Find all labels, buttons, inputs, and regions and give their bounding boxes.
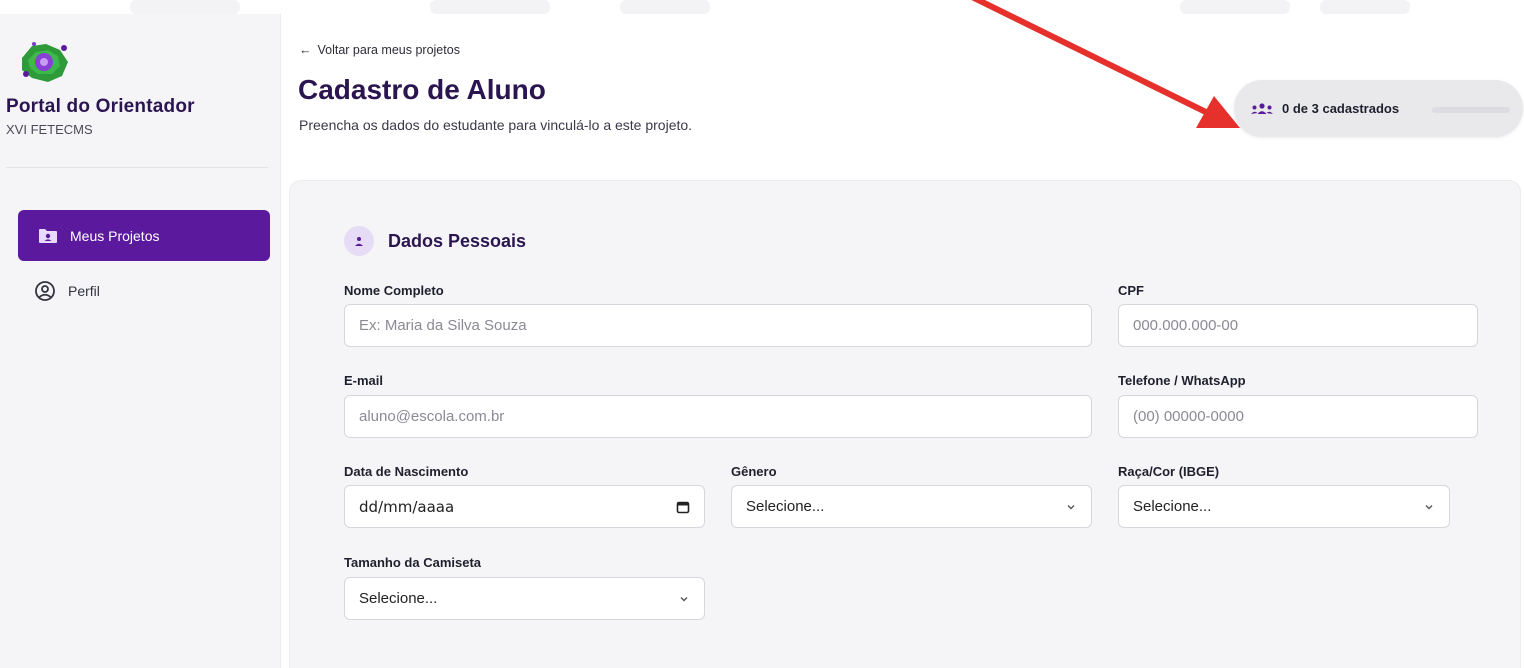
nome-label: Nome Completo bbox=[344, 283, 444, 298]
email-input[interactable] bbox=[344, 395, 1092, 438]
sidebar-item-label: Meus Projetos bbox=[70, 227, 160, 244]
person-icon bbox=[355, 237, 363, 246]
sidebar-divider bbox=[6, 167, 268, 168]
portal-title: Portal do Orientador bbox=[6, 96, 195, 117]
section-title: Dados Pessoais bbox=[388, 230, 527, 251]
telefone-label: Telefone / WhatsApp bbox=[1118, 373, 1246, 388]
section-badge bbox=[344, 226, 374, 256]
cpf-label: CPF bbox=[1118, 283, 1144, 298]
camiseta-label: Tamanho da Camiseta bbox=[344, 555, 482, 570]
birthdate-input[interactable]: dd/mm/aaaa bbox=[344, 485, 705, 528]
sidebar-item-label: Perfil bbox=[68, 283, 100, 299]
folder-user-icon bbox=[39, 228, 57, 243]
user-circle-icon bbox=[35, 281, 55, 301]
chevron-down-icon bbox=[1067, 504, 1075, 509]
page-title: Cadastro de Aluno bbox=[298, 74, 546, 105]
students-counter-badge: 0 de 3 cadastrados bbox=[1234, 80, 1523, 137]
sidebar: Portal do Orientador XVI FETECMS Meus Pr… bbox=[0, 14, 281, 668]
raca-selected-value: Selecione... bbox=[1133, 498, 1212, 515]
counter-text: 0 de 3 cadastrados bbox=[1282, 101, 1400, 116]
genero-select[interactable]: Selecione... bbox=[731, 485, 1092, 528]
raca-label: Raça/Cor (IBGE) bbox=[1118, 464, 1220, 479]
chevron-down-icon bbox=[1425, 504, 1433, 509]
camiseta-select[interactable]: Selecione... bbox=[344, 577, 705, 620]
nome-input[interactable] bbox=[344, 304, 1092, 347]
sidebar-item-meus-projetos[interactable]: Meus Projetos bbox=[18, 210, 270, 261]
nascimento-label: Data de Nascimento bbox=[344, 464, 469, 479]
sidebar-item-perfil[interactable]: Perfil bbox=[34, 280, 100, 302]
arrow-left-icon: ← bbox=[299, 43, 312, 57]
raca-select[interactable]: Selecione... bbox=[1118, 485, 1450, 528]
genero-label: Gênero bbox=[731, 464, 777, 479]
cpf-input[interactable] bbox=[1118, 304, 1478, 347]
email-label: E-mail bbox=[344, 373, 384, 388]
back-to-projects-link[interactable]: ← Voltar para meus projetos bbox=[299, 43, 460, 57]
back-link-label: Voltar para meus projetos bbox=[317, 43, 460, 57]
section-header: Dados Pessoais bbox=[344, 226, 526, 256]
telefone-input[interactable] bbox=[1118, 395, 1478, 438]
fetecms-logo bbox=[22, 42, 68, 82]
event-name: XVI FETECMS bbox=[6, 122, 93, 137]
genero-selected-value: Selecione... bbox=[746, 498, 825, 515]
users-icon bbox=[1251, 102, 1273, 114]
page-subtitle: Preencha os dados do estudante para vinc… bbox=[299, 117, 693, 133]
chevron-down-icon bbox=[680, 596, 688, 601]
counter-progress-bar bbox=[1432, 107, 1510, 113]
birthdate-placeholder: dd/mm/aaaa bbox=[359, 497, 455, 516]
camiseta-selected-value: Selecione... bbox=[359, 590, 438, 607]
calendar-icon[interactable] bbox=[676, 500, 690, 514]
